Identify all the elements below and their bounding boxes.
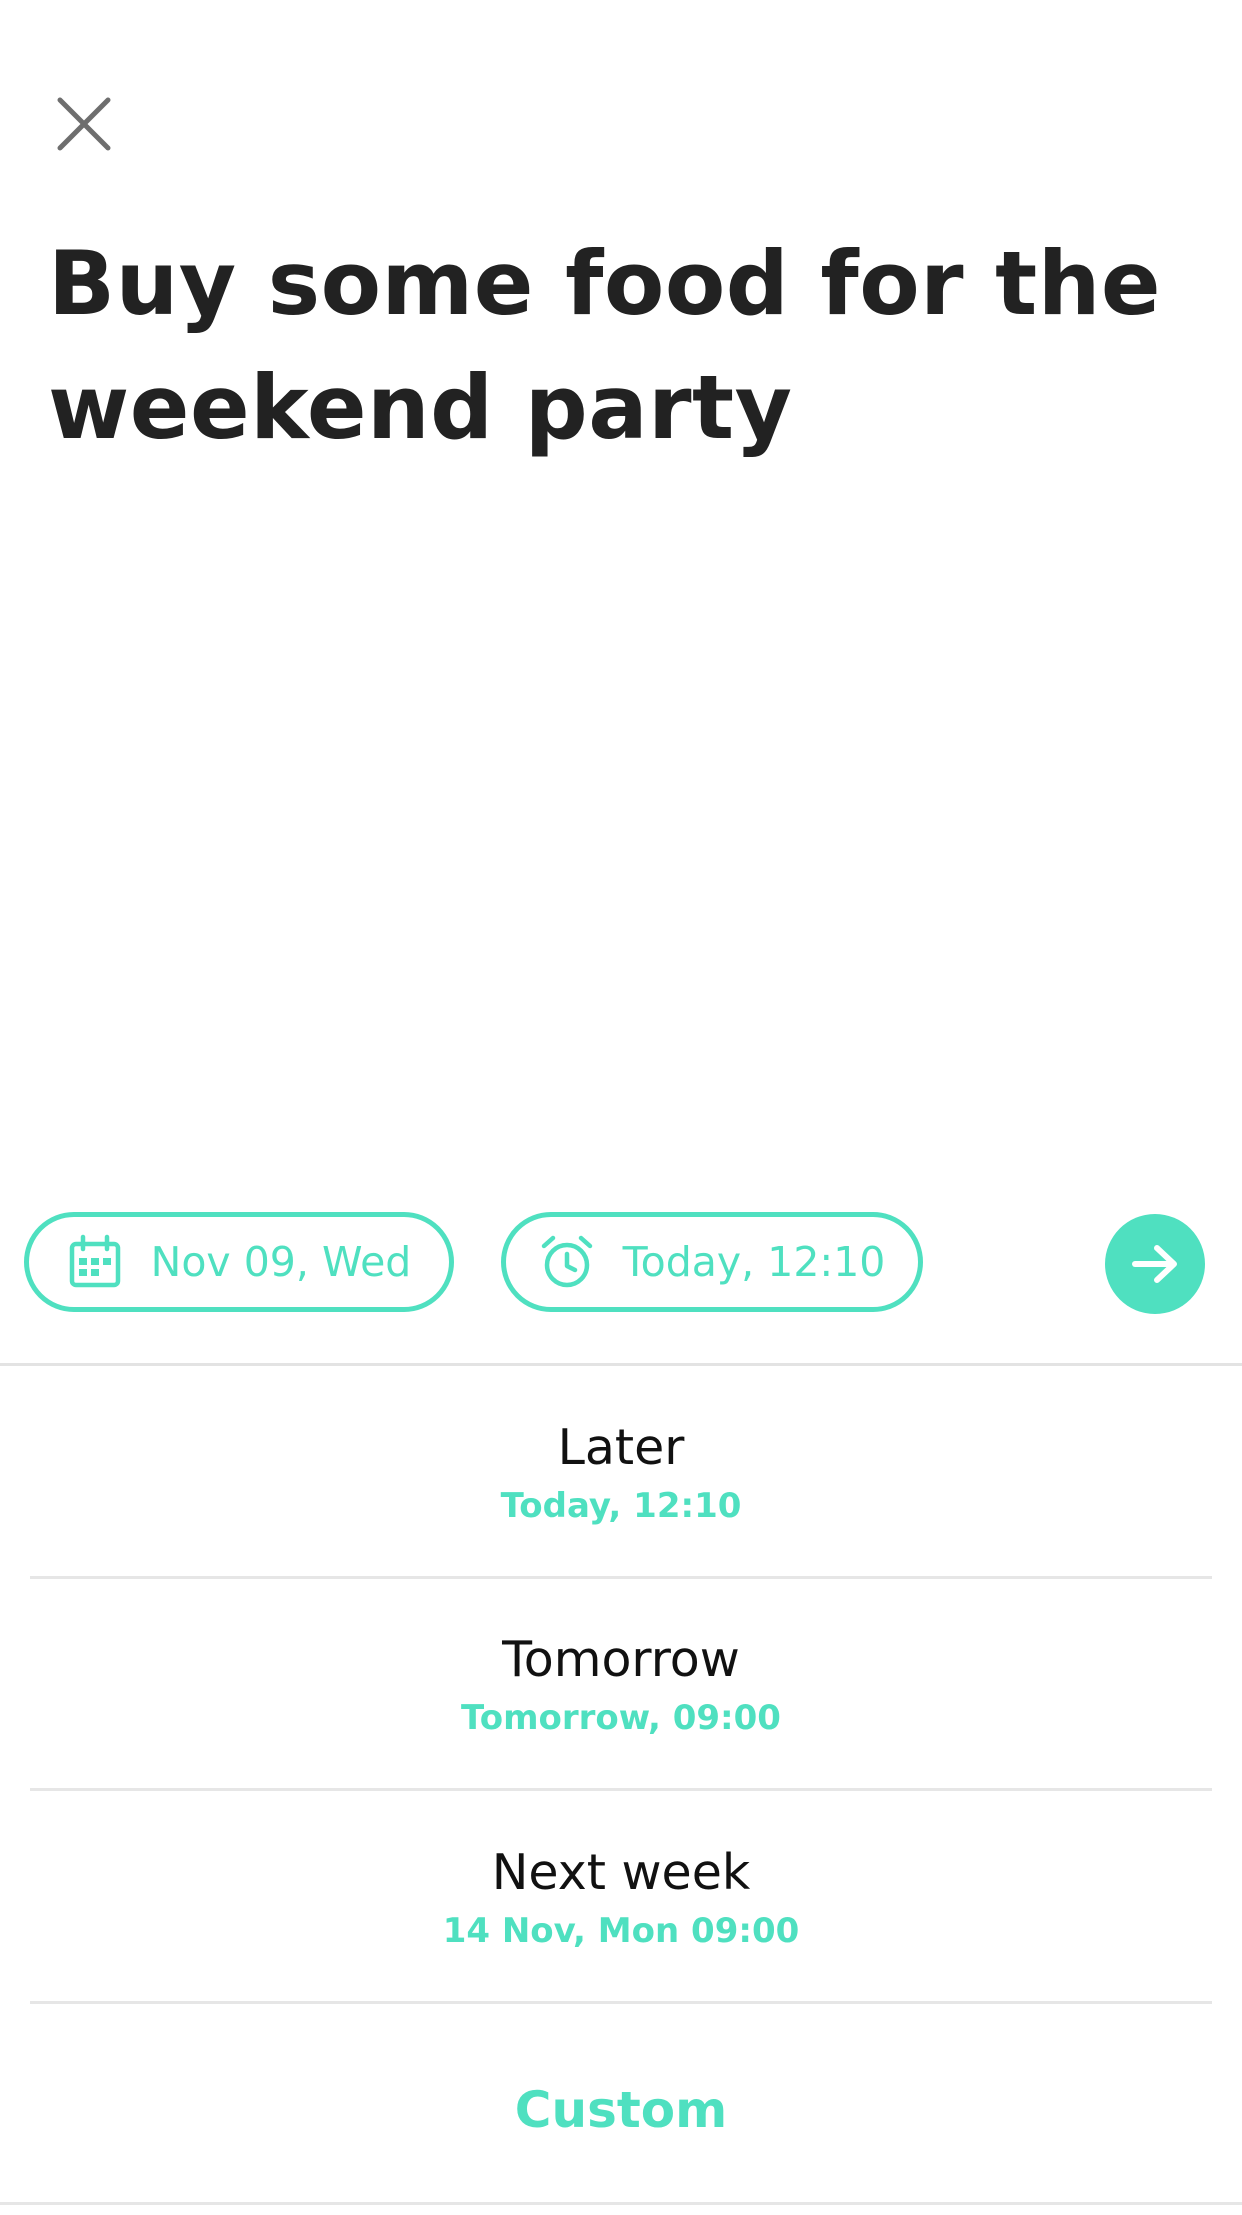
date-chip-label: Nov 09, Wed (150, 1238, 412, 1286)
calendar-icon (67, 1234, 123, 1290)
time-chip-label: Today, 12:10 (622, 1238, 886, 1286)
option-sublabel: 14 Nov, Mon 09:00 (442, 1911, 800, 1951)
option-label: Later (557, 1419, 685, 1476)
arrow-right-icon (1132, 1245, 1177, 1283)
alarm-clock-icon (539, 1234, 595, 1290)
close-icon (57, 97, 111, 151)
close-button[interactable] (48, 88, 120, 160)
option-label: Custom (514, 2081, 728, 2139)
option-next-week[interactable]: Next week 14 Nov, Mon 09:00 (30, 1793, 1212, 2003)
task-title[interactable]: Buy some food for the weekend party (48, 222, 1198, 470)
divider (30, 1576, 1212, 1579)
option-sublabel: Tomorrow, 09:00 (461, 1698, 781, 1738)
option-custom[interactable]: Custom (30, 2005, 1212, 2215)
option-sublabel: Today, 12:10 (500, 1486, 742, 1526)
option-label: Tomorrow (502, 1631, 740, 1688)
date-chip[interactable]: Nov 09, Wed (24, 1212, 454, 1312)
divider (0, 2202, 1242, 2205)
send-button[interactable] (1105, 1214, 1205, 1314)
divider (30, 2001, 1212, 2004)
option-later[interactable]: Later Today, 12:10 (30, 1368, 1212, 1578)
divider (30, 1788, 1212, 1791)
option-label: Next week (491, 1844, 751, 1901)
sheet-divider (0, 1363, 1242, 1366)
option-tomorrow[interactable]: Tomorrow Tomorrow, 09:00 (30, 1580, 1212, 1790)
time-chip[interactable]: Today, 12:10 (501, 1212, 923, 1312)
